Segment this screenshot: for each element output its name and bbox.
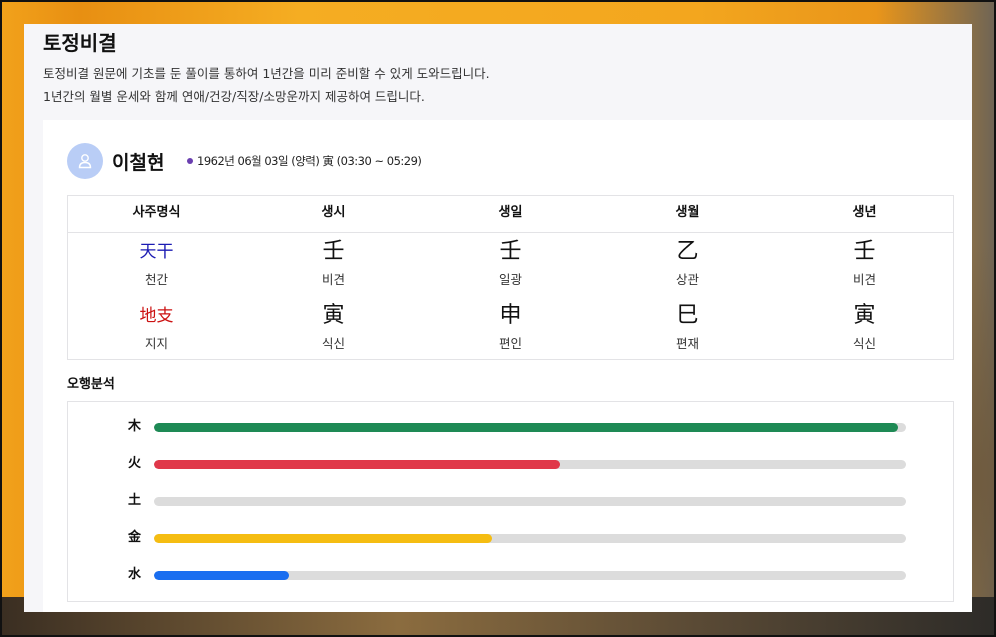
ohang-chart: 木 火 土 金 水 [67, 401, 954, 602]
element-row-fire: 火 [68, 454, 953, 474]
element-track [154, 571, 906, 580]
element-label: 金 [128, 530, 142, 545]
page-title: 토정비결 [43, 31, 117, 55]
row-label-korean: 천간 [144, 272, 168, 287]
element-row-wood: 木 [68, 417, 953, 437]
element-label: 水 [128, 567, 142, 582]
saju-hanja: 寅 [322, 303, 345, 328]
description-line-1: 토정비결 원문에 기초를 둔 풀이를 통하여 1년간을 미리 준비할 수 있게 … [43, 66, 490, 81]
saju-hanja: 壬 [499, 239, 522, 264]
element-row-metal: 金 [68, 528, 953, 548]
row-label-cell: 天干 천간 [68, 233, 245, 297]
saju-cell: 壬 비견 [776, 233, 953, 297]
row-label-hanja: 天干 [139, 242, 174, 262]
element-label: 木 [128, 419, 142, 434]
element-track [154, 423, 906, 432]
saju-hanja: 壬 [322, 239, 345, 264]
saju-cell: 壬 비견 [245, 233, 422, 297]
saju-header: 사주명식 [132, 205, 181, 220]
element-label: 火 [128, 456, 142, 471]
row-label-korean: 지지 [144, 336, 168, 351]
element-row-water: 水 [68, 565, 953, 585]
saju-hanja: 乙 [676, 239, 699, 264]
element-track [154, 534, 906, 543]
saju-hanja: 巳 [676, 303, 699, 328]
saju-cell: 巳 편재 [599, 297, 776, 361]
row-label-cell: 地支 지지 [68, 297, 245, 361]
description-line-2: 1년간의 월별 운세와 함께 연애/건강/직장/소망운까지 제공하여 드립니다. [43, 89, 425, 104]
saju-cell: 乙 상관 [599, 233, 776, 297]
element-bar [154, 534, 493, 543]
saju-korean: 편인 [498, 336, 522, 351]
avatar [67, 143, 103, 179]
saju-table: 사주명식 생시 생일 생월 생년 天干 천간 壬 비견 壬 일광 乙 상관 壬 … [67, 195, 954, 360]
element-bar [154, 460, 561, 469]
result-card: 이철현 1962년 06월 03일 (양력) 寅 (03:30 ~ 05:29)… [43, 120, 972, 612]
content-panel: 토정비결 토정비결 원문에 기초를 둔 풀이를 통하여 1년간을 미리 준비할 … [24, 24, 972, 612]
saju-header: 생일 [498, 205, 523, 220]
saju-korean: 식신 [852, 336, 876, 351]
saju-korean: 비견 [321, 272, 345, 287]
element-bar [154, 571, 290, 580]
saju-korean: 편재 [675, 336, 699, 351]
saju-hanja: 壬 [853, 239, 876, 264]
saju-cell: 申 편인 [422, 297, 599, 361]
saju-hanja: 寅 [853, 303, 876, 328]
element-track [154, 460, 906, 469]
saju-cell: 寅 식신 [245, 297, 422, 361]
saju-header: 생시 [321, 205, 346, 220]
saju-header-row: 사주명식 생시 생일 생월 생년 [68, 196, 953, 233]
saju-row-cheongan: 天干 천간 壬 비견 壬 일광 乙 상관 壬 비견 [68, 233, 953, 297]
saju-hanja: 申 [499, 303, 522, 328]
saju-header: 생년 [852, 205, 877, 220]
saju-korean: 비견 [852, 272, 876, 287]
saju-korean: 상관 [675, 272, 699, 287]
person-name: 이철현 [112, 152, 165, 174]
ohang-title: 오행분석 [67, 377, 115, 392]
element-track [154, 497, 906, 506]
saju-korean: 식신 [321, 336, 345, 351]
element-bar [154, 423, 899, 432]
saju-header: 생월 [675, 205, 700, 220]
element-row-earth: 土 [68, 491, 953, 511]
saju-cell: 寅 식신 [776, 297, 953, 361]
user-icon [78, 154, 92, 169]
saju-cell: 壬 일광 [422, 233, 599, 297]
row-label-hanja: 地支 [139, 306, 174, 326]
birth-info: 1962년 06월 03일 (양력) 寅 (03:30 ~ 05:29) [197, 154, 422, 168]
element-label: 土 [128, 493, 142, 508]
bullet-dot [187, 158, 193, 164]
saju-row-jiji: 地支 지지 寅 식신 申 편인 巳 편재 寅 식신 [68, 297, 953, 361]
saju-korean: 일광 [498, 272, 522, 287]
